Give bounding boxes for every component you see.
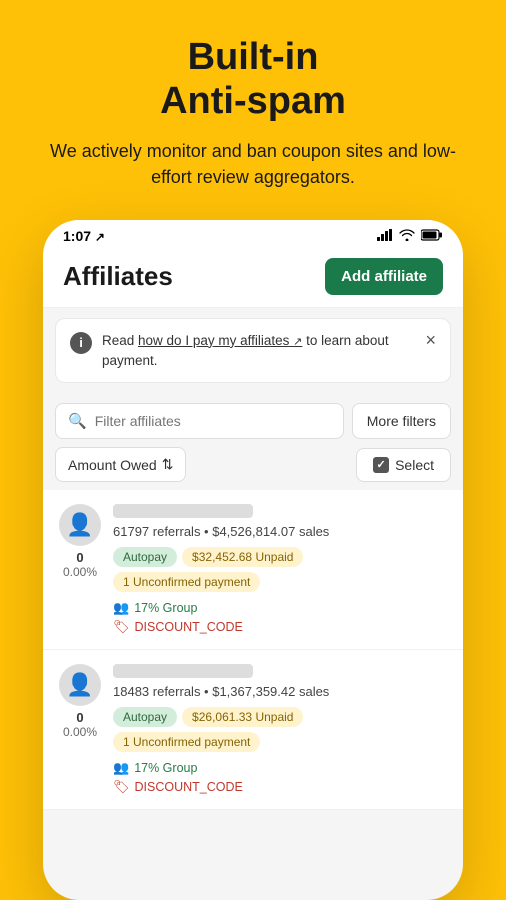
wifi-icon — [399, 228, 415, 244]
avatar: 👤 — [59, 504, 101, 546]
status-time: 1:07 ↗ — [63, 228, 105, 244]
info-banner: i Read how do I pay my affiliates ↗ to l… — [55, 318, 451, 384]
unpaid-tag: $32,452.68 Unpaid — [182, 547, 303, 567]
discount-icon: 🏷 — [113, 779, 130, 795]
close-banner-button[interactable]: × — [425, 331, 436, 349]
avatar: 👤 — [59, 664, 101, 706]
person-icon: 👤 — [66, 512, 93, 538]
affiliate-item: 👤 0 0.00% 18483 referrals • $1,367,359.4… — [43, 650, 463, 810]
affiliate-stats: 18483 referrals • $1,367,359.42 sales — [113, 684, 451, 699]
search-icon: 🔍 — [68, 412, 87, 430]
group-icon: 👥 — [113, 760, 129, 776]
more-filters-button[interactable]: More filters — [352, 403, 451, 439]
affiliate-stats: 61797 referrals • $4,526,814.07 sales — [113, 524, 451, 539]
app-title: Affiliates — [63, 261, 173, 292]
unconfirmed-tag: 1 Unconfirmed payment — [113, 572, 260, 592]
tags-row: Autopay $26,061.33 Unpaid 1 Unconfirmed … — [113, 707, 451, 752]
discount-info: 🏷 DISCOUNT_CODE — [113, 779, 451, 795]
ref-percent: 0.00% — [63, 725, 97, 739]
discount-code: DISCOUNT_CODE — [135, 620, 243, 634]
select-button[interactable]: Select — [356, 448, 451, 482]
affiliate-name-blurred — [113, 664, 253, 678]
group-info: 👥 17% Group — [113, 600, 451, 616]
group-icon: 👥 — [113, 600, 129, 616]
battery-icon — [421, 228, 443, 244]
filters-section: 🔍 More filters Amount Owed ⇅ Select — [43, 393, 463, 490]
autopay-tag: Autopay — [113, 547, 177, 567]
group-label: 17% Group — [134, 601, 197, 615]
search-row: 🔍 More filters — [55, 403, 451, 439]
hero-section: Built-in Anti-spam We actively monitor a… — [0, 0, 506, 210]
status-icons — [377, 228, 443, 244]
payment-link[interactable]: how do I pay my affiliates ↗ — [138, 333, 302, 348]
meta-row: 👥 17% Group 🏷 DISCOUNT_CODE — [113, 760, 451, 795]
app-header: Affiliates Add affiliate — [43, 248, 463, 308]
sort-icon: ⇅ — [162, 456, 174, 473]
affiliate-content: 61797 referrals • $4,526,814.07 sales Au… — [113, 504, 451, 635]
ref-count: 0 — [76, 710, 83, 725]
amount-owed-button[interactable]: Amount Owed ⇅ — [55, 447, 186, 482]
affiliate-content: 18483 referrals • $1,367,359.42 sales Au… — [113, 664, 451, 795]
select-label: Select — [395, 457, 434, 473]
sort-row: Amount Owed ⇅ Select — [55, 447, 451, 482]
signal-icon — [377, 228, 393, 244]
discount-info: 🏷 DISCOUNT_CODE — [113, 619, 451, 635]
autopay-tag: Autopay — [113, 707, 177, 727]
meta-row: 👥 17% Group 🏷 DISCOUNT_CODE — [113, 600, 451, 635]
discount-icon: 🏷 — [113, 619, 130, 635]
affiliates-list: 👤 0 0.00% 61797 referrals • $4,526,814.0… — [43, 490, 463, 810]
hero-title: Built-in Anti-spam — [30, 36, 476, 123]
search-input[interactable] — [95, 413, 331, 429]
discount-code: DISCOUNT_CODE — [135, 780, 243, 794]
affiliate-left: 👤 0 0.00% — [57, 504, 103, 579]
search-input-wrap[interactable]: 🔍 — [55, 403, 344, 439]
unconfirmed-tag: 1 Unconfirmed payment — [113, 732, 260, 752]
external-link-icon: ↗ — [293, 336, 302, 348]
status-bar: 1:07 ↗ — [43, 220, 463, 248]
affiliate-item: 👤 0 0.00% 61797 referrals • $4,526,814.0… — [43, 490, 463, 650]
checkbox-checked-icon — [373, 457, 389, 473]
person-icon: 👤 — [66, 672, 93, 698]
ref-percent: 0.00% — [63, 565, 97, 579]
hero-subtitle: We actively monitor and ban coupon sites… — [30, 139, 476, 189]
location-icon: ↗ — [95, 230, 105, 244]
add-affiliate-button[interactable]: Add affiliate — [325, 258, 443, 295]
group-label: 17% Group — [134, 761, 197, 775]
amount-owed-label: Amount Owed — [68, 457, 157, 473]
ref-count: 0 — [76, 550, 83, 565]
unpaid-tag: $26,061.33 Unpaid — [182, 707, 303, 727]
phone-frame: 1:07 ↗ — [43, 220, 463, 900]
info-icon: i — [70, 332, 92, 354]
tags-row: Autopay $32,452.68 Unpaid 1 Unconfirmed … — [113, 547, 451, 592]
info-text: Read how do I pay my affiliates ↗ to lea… — [102, 331, 415, 371]
affiliate-left: 👤 0 0.00% — [57, 664, 103, 739]
group-info: 👥 17% Group — [113, 760, 451, 776]
affiliate-name-blurred — [113, 504, 253, 518]
